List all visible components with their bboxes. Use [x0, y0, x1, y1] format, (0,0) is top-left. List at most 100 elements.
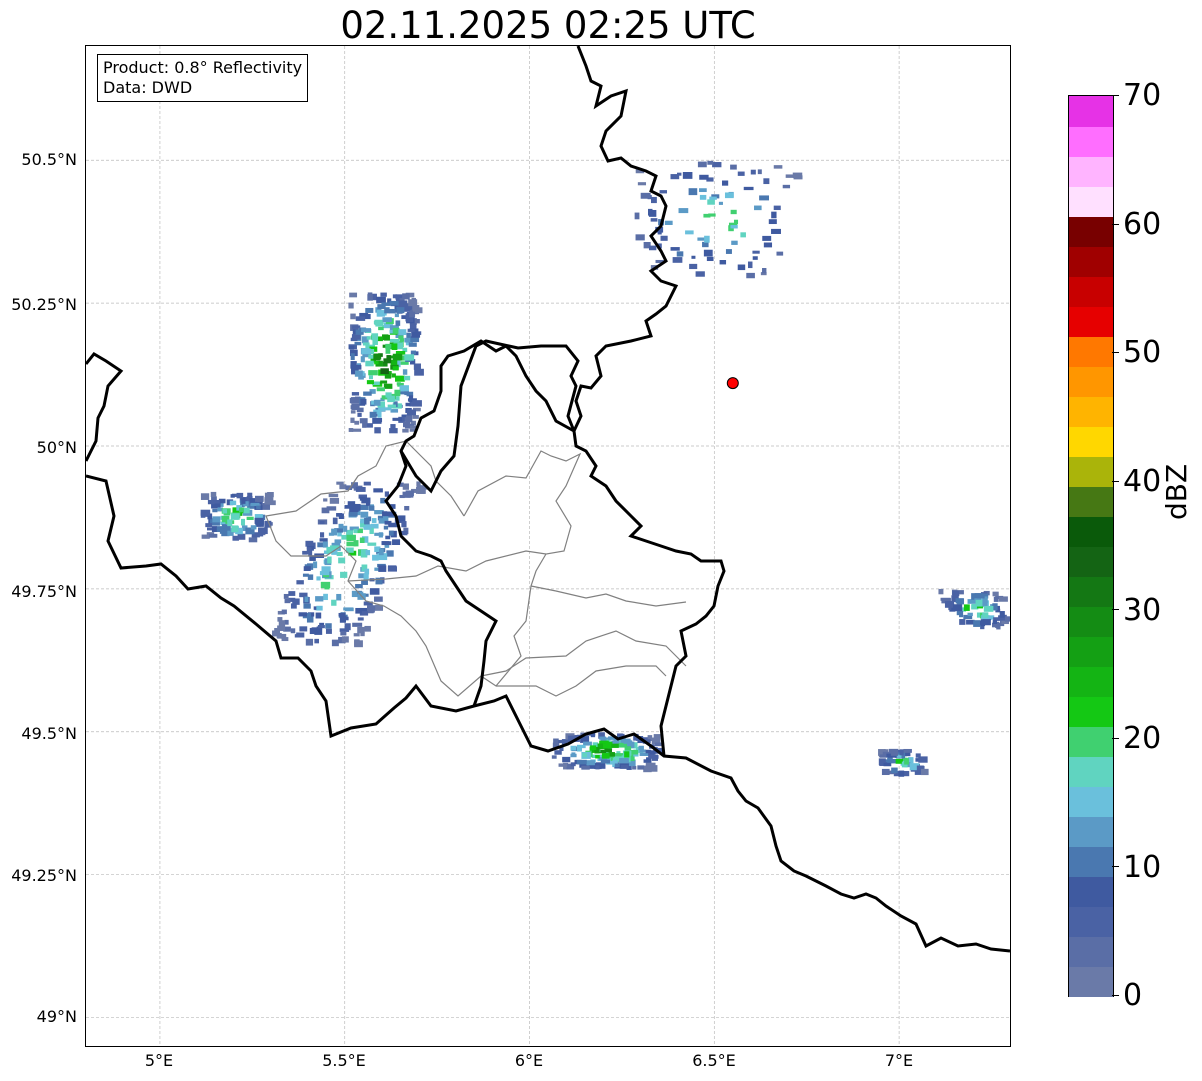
echo-pixel	[583, 741, 592, 746]
echo-pixel	[331, 528, 338, 536]
echo-pixel	[899, 749, 904, 756]
echo-pixel	[355, 607, 362, 614]
radar-site-marker[interactable]	[726, 377, 739, 390]
colorbar-tick-label: 10	[1123, 850, 1162, 885]
echo-pixel	[353, 503, 361, 511]
echo-pixel	[338, 612, 346, 617]
colorbar-segment	[1069, 96, 1113, 127]
echo-pixel	[670, 247, 680, 251]
echo-pixel	[762, 235, 772, 241]
echo-pixel	[369, 588, 380, 595]
echo-pixel	[256, 505, 261, 510]
echo-pixel	[632, 765, 637, 770]
echo-pixel	[697, 161, 707, 168]
echo-pixel	[340, 571, 348, 578]
echo-pixel	[974, 593, 983, 598]
echo-pixel	[200, 509, 211, 516]
echo-pixel	[326, 506, 337, 511]
echo-pixel	[390, 359, 398, 366]
borders	[86, 46, 1010, 953]
echo-pixel	[365, 360, 374, 367]
echo-pixel	[570, 753, 577, 758]
colorbar-segment	[1069, 546, 1113, 577]
echo-pixel	[351, 428, 362, 432]
echo-pixel	[645, 762, 656, 769]
echo-pixel	[386, 355, 391, 362]
echo-pixel	[341, 636, 349, 643]
map-canvas	[86, 46, 1010, 1046]
colorbar-tick-label: 40	[1123, 464, 1162, 499]
echo-pixel	[722, 180, 729, 186]
echo-pixel	[240, 518, 246, 526]
echo-pixel	[350, 397, 360, 404]
country-border	[86, 474, 1010, 953]
echo-pixel	[672, 257, 683, 263]
colorbar-segment	[1069, 876, 1113, 907]
echo-pixel	[205, 523, 213, 528]
echo-pixel	[211, 526, 217, 533]
echo-pixel	[649, 750, 656, 755]
echo-pixel	[340, 631, 347, 636]
echo-pixel	[371, 518, 377, 523]
echo-pixel	[920, 768, 929, 776]
echo-pixel	[323, 593, 328, 601]
echo-pixel	[768, 219, 777, 225]
echo-pixel	[973, 620, 981, 627]
echo-pixel	[733, 219, 739, 225]
echo-pixel	[246, 516, 254, 521]
echo-pixel	[706, 256, 714, 262]
colorbar-segment	[1069, 456, 1113, 487]
echo-pixel	[346, 534, 356, 542]
echo-pixel	[707, 199, 715, 205]
echo-pixel	[551, 755, 557, 759]
echo-pixel	[323, 498, 328, 502]
echo-pixel	[336, 593, 342, 601]
echo-pixel	[360, 632, 365, 637]
echo-pixel	[365, 307, 374, 313]
echo-pixel	[327, 556, 332, 564]
echo-pixel	[232, 535, 239, 541]
echo-pixel	[348, 511, 358, 517]
echo-pixel	[359, 537, 365, 543]
echo-pixel	[904, 758, 909, 765]
echo-pixel	[762, 268, 767, 274]
echo-pixel	[392, 366, 399, 371]
info-box: Product: 0.8° Reflectivity Data: DWD	[97, 54, 309, 102]
colorbar-segment	[1069, 606, 1113, 637]
echo-pixel	[883, 762, 892, 767]
echo-pixel	[743, 186, 754, 191]
echo-pixel	[785, 174, 796, 178]
echo-pixel	[354, 420, 360, 425]
echo-pixel	[364, 625, 371, 632]
echo-pixel	[378, 326, 384, 331]
colorbar-segment	[1069, 966, 1113, 997]
colorbar-segment	[1069, 816, 1113, 847]
echo-pixel	[305, 638, 314, 646]
echo-pixel	[404, 337, 411, 343]
lat-tick-label: 49.25°N	[11, 866, 77, 885]
echo-pixel	[651, 754, 658, 761]
echo-pixel	[350, 337, 358, 342]
echo-pixel	[343, 525, 348, 532]
colorbar-segment	[1069, 426, 1113, 457]
echo-pixel	[362, 421, 367, 428]
echo-pixel	[752, 256, 758, 260]
radar-map[interactable]	[85, 45, 1011, 1047]
echo-pixel	[296, 580, 304, 585]
echo-pixel	[1004, 616, 1010, 622]
lat-tick-label: 49.75°N	[11, 582, 77, 601]
echo-pixel	[303, 566, 311, 571]
echo-pixel	[992, 591, 999, 597]
echo-pixel	[384, 520, 392, 525]
echo-pixel	[210, 491, 217, 498]
echo-pixel	[319, 571, 330, 576]
echo-pixel	[368, 505, 375, 511]
echo-pixel	[703, 213, 711, 218]
echo-pixel	[747, 261, 753, 269]
echo-pixel	[405, 490, 414, 497]
echo-pixel	[359, 496, 366, 501]
echo-pixel	[368, 370, 378, 376]
echo-pixel	[315, 596, 324, 602]
echo-pixel	[403, 375, 411, 381]
echo-pixel	[944, 601, 955, 608]
